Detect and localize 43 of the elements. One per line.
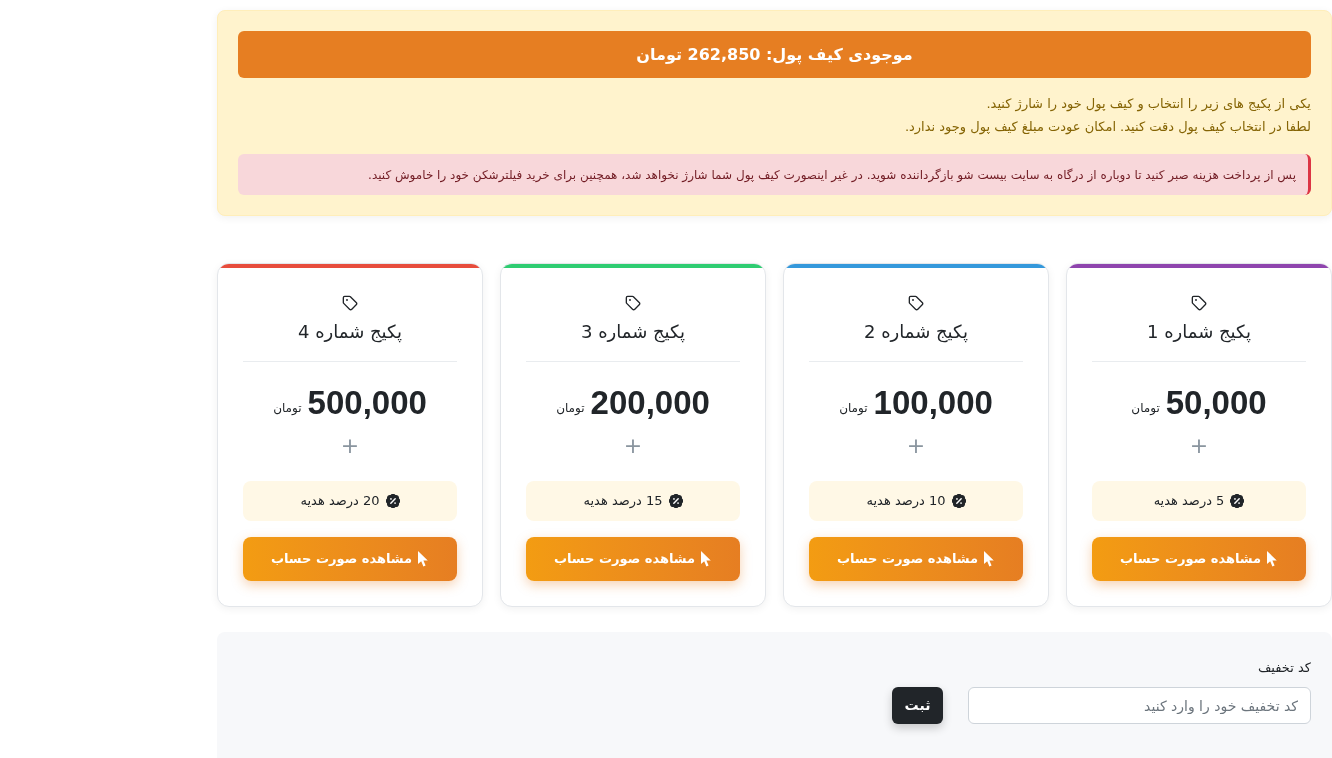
gift-text: 10 درصد هدیه	[866, 492, 946, 511]
discount-code-field[interactable]: کد تخفیف خود را وارد کنید	[968, 687, 1311, 724]
gift-text: 5 درصد هدیه	[1153, 492, 1225, 511]
cursor-icon	[984, 551, 996, 567]
gift-text: 15 درصد هدیه	[583, 492, 663, 511]
discount-label: کد تخفیف	[1256, 659, 1311, 677]
cursor-icon	[701, 551, 713, 567]
tag-icon	[908, 295, 924, 311]
plus-sign: +	[1189, 434, 1209, 458]
price-amount: 50,000	[1165, 383, 1267, 423]
percent-badge-icon	[1230, 494, 1245, 508]
view-invoice-button[interactable]: مشاهده صورت حساب	[809, 537, 1023, 581]
tag-icon	[625, 295, 641, 311]
cursor-icon	[1267, 551, 1279, 567]
currency-label: تومان	[1131, 400, 1160, 417]
percent-badge-icon	[385, 494, 400, 508]
warning-alert: پس از پرداخت هزینه صبر کنید تا دوباره از درگاه به سایت بیست شو بازگرداننده شوید. در غیر اینصورت کیف پول شما شارژ نخواهد شد، همچنین برای خرید فیلترشکن خود را خاموش کنید.	[238, 154, 1311, 195]
currency-label: تومان	[556, 400, 585, 417]
submit-button[interactable]: ثبت	[892, 687, 943, 724]
view-invoice-button[interactable]: مشاهده صورت حساب	[1092, 537, 1306, 581]
price-amount: 100,000	[873, 383, 993, 423]
gift-text: 20 درصد هدیه	[300, 492, 380, 511]
percent-badge-icon	[951, 494, 966, 508]
tag-icon	[342, 295, 358, 311]
plus-sign: +	[623, 434, 643, 458]
currency-label: تومان	[839, 400, 868, 417]
price-amount: 200,000	[590, 383, 710, 423]
view-invoice-button[interactable]: مشاهده صورت حساب	[243, 537, 457, 581]
plus-sign: +	[340, 434, 360, 458]
percent-badge-icon	[668, 494, 683, 508]
instruction-text: یکی از پکیج های زیر را انتخاب و کیف پول خود را شارژ کنید.	[985, 95, 1311, 114]
view-invoice-button[interactable]: مشاهده صورت حساب	[526, 537, 740, 581]
wallet-balance-banner: موجودی کیف پول: 262,850 تومان	[238, 31, 1311, 78]
price-amount: 500,000	[307, 383, 427, 423]
currency-label: تومان	[273, 400, 302, 417]
plus-sign: +	[906, 434, 926, 458]
package-title: پکیج شماره 1	[1147, 320, 1251, 345]
package-title: پکیج شماره 4	[298, 320, 402, 345]
package-title: پکیج شماره 2	[864, 320, 968, 345]
tag-icon	[1191, 295, 1207, 311]
instruction-text: لطفا در انتخاب کیف پول دقت کنید. امکان عودت مبلغ کیف پول وجود ندارد.	[903, 118, 1311, 137]
package-title: پکیج شماره 3	[581, 320, 685, 345]
cursor-icon	[418, 551, 430, 567]
